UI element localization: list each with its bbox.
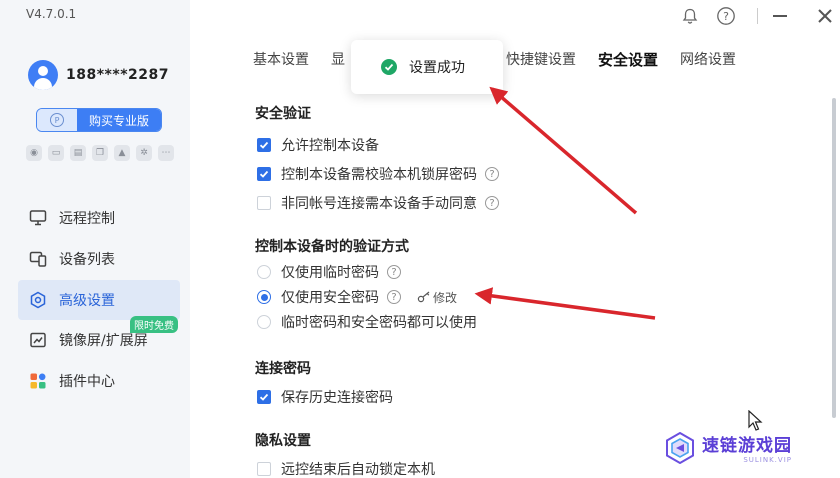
sidebar-item-plugin-center[interactable]: 插件中心 [18, 361, 180, 401]
sidebar-item-mirror-screen[interactable]: 镜像屏/扩展屏 限时免费 [18, 316, 180, 360]
watermark-main: 速链游戏园 [702, 436, 792, 456]
feature-icons: ◉ ▭ ▤ ❐ ▲ ✲ ⋯ [26, 145, 174, 161]
check-circle-icon [381, 59, 397, 75]
option-security-password-only[interactable]: 仅使用安全密码 ? 修改 [257, 287, 457, 307]
monitor-icon [28, 208, 48, 228]
watermark-text: 速链游戏园 SULINK.VIP [702, 431, 792, 464]
radio-unchecked[interactable] [257, 265, 271, 279]
app-version: V4.7.0.1 [26, 7, 77, 21]
radio-unchecked[interactable] [257, 315, 271, 329]
option-label: 仅使用临时密码 [281, 265, 379, 281]
option-label: 临时密码和安全密码都可以使用 [281, 315, 477, 331]
lock-icon[interactable]: ▲ [114, 145, 130, 161]
user-info[interactable]: 188****2287 [28, 60, 169, 90]
sidebar-item-device-list[interactable]: 设备列表 [18, 239, 180, 279]
pro-icon: P [50, 113, 64, 127]
buy-pro-button[interactable]: P 购买专业版 [36, 108, 162, 132]
tab-security[interactable]: 安全设置 [598, 49, 658, 70]
watermark-logo-icon [666, 431, 694, 464]
section-title-verify-method: 控制本设备时的验证方式 [255, 239, 409, 255]
copy-icon[interactable]: ❐ [92, 145, 108, 161]
help-icon[interactable]: ? [485, 196, 499, 210]
more-icon[interactable]: ⋯ [158, 145, 174, 161]
sidebar-item-advanced-settings[interactable]: 高级设置 [18, 279, 180, 320]
sidebar-item-label: 远程控制 [59, 211, 115, 227]
option-label: 远控结束后自动锁定本机 [281, 462, 435, 478]
option-both-passwords[interactable]: 临时密码和安全密码都可以使用 [257, 312, 477, 332]
avatar[interactable] [28, 60, 58, 90]
toast-text: 设置成功 [409, 60, 465, 76]
modify-password-link[interactable]: 修改 [417, 289, 457, 306]
help-icon[interactable]: ? [714, 4, 738, 28]
scrollbar[interactable] [832, 98, 836, 418]
sidebar-item-label: 镜像屏/扩展屏 [59, 333, 148, 350]
help-icon[interactable]: ? [485, 167, 499, 181]
user-phone: 188****2287 [66, 67, 169, 83]
screen-icon[interactable]: ▭ [48, 145, 64, 161]
option-auto-lock[interactable]: 远控结束后自动锁定本机 [257, 459, 435, 478]
help-icon[interactable]: ? [387, 265, 401, 279]
option-label: 控制本设备需校验本机锁屏密码 [281, 167, 477, 183]
section-title-security-verify: 安全验证 [255, 106, 311, 122]
option-label: 保存历史连接密码 [281, 390, 393, 406]
option-manual-approve[interactable]: 非同帐号连接需本设备手动同意 ? [257, 193, 499, 213]
option-verify-lock-password[interactable]: 控制本设备需校验本机锁屏密码 ? [257, 164, 499, 184]
option-label: 仅使用安全密码 [281, 290, 379, 306]
sidebar-nav: 远程控制 设备列表 高级设置 镜像屏/扩展屏 限时免费 插件中心 [18, 198, 180, 402]
section-title-privacy: 隐私设置 [255, 433, 311, 449]
checkbox-unchecked[interactable] [257, 462, 271, 476]
buy-pro-label: 购买专业版 [77, 109, 161, 131]
option-allow-control[interactable]: 允许控制本设备 [257, 135, 379, 155]
section-title-conn-password: 连接密码 [255, 361, 311, 377]
checkbox-checked[interactable] [257, 138, 271, 152]
sidebar-item-label: 插件中心 [59, 374, 115, 391]
watermark: 速链游戏园 SULINK.VIP [664, 431, 792, 464]
svg-text:?: ? [723, 10, 729, 23]
camera-icon[interactable]: ◉ [26, 145, 42, 161]
tab-network[interactable]: 网络设置 [680, 49, 736, 70]
tab-display[interactable]: 显 [331, 49, 345, 70]
option-save-history-password[interactable]: 保存历史连接密码 [257, 387, 393, 407]
watermark-sub: SULINK.VIP [743, 456, 792, 464]
sidebar-item-label: 设备列表 [59, 251, 115, 268]
plugin-icon [28, 371, 48, 391]
checkbox-checked[interactable] [257, 167, 271, 181]
sidebar-item-label: 高级设置 [59, 292, 115, 309]
arrow-to-modify [474, 287, 656, 320]
mouse-cursor-icon [748, 410, 763, 431]
tab-shortcuts[interactable]: 快捷键设置 [506, 49, 576, 70]
settings-icon [28, 290, 48, 310]
arrow-to-toast [489, 86, 638, 215]
checkbox-unchecked[interactable] [257, 196, 271, 210]
mirror-icon [28, 330, 48, 350]
success-toast: 设置成功 [351, 40, 503, 94]
checkbox-checked[interactable] [257, 390, 271, 404]
minimize-icon[interactable] [768, 4, 792, 28]
window-divider [757, 8, 758, 24]
modify-label: 修改 [433, 290, 458, 305]
option-temp-password-only[interactable]: 仅使用临时密码 ? [257, 262, 401, 282]
file-icon[interactable]: ▤ [70, 145, 86, 161]
free-badge: 限时免费 [130, 316, 178, 334]
gear-icon[interactable]: ✲ [136, 145, 152, 161]
sidebar: V4.7.0.1 188****2287 P 购买专业版 ◉ ▭ ▤ ❐ ▲ ✲… [0, 0, 190, 478]
key-icon [417, 291, 430, 303]
sidebar-item-remote-control[interactable]: 远程控制 [18, 198, 180, 238]
pro-icon-area: P [37, 109, 77, 131]
tab-basic[interactable]: 基本设置 [253, 49, 309, 70]
option-label: 允许控制本设备 [281, 138, 379, 154]
settings-tabs: 基本设置 显 快捷键设置 安全设置 网络设置 [253, 49, 758, 70]
radio-checked[interactable] [257, 290, 271, 304]
bell-icon[interactable] [678, 4, 702, 28]
help-icon[interactable]: ? [387, 290, 401, 304]
option-label: 非同帐号连接需本设备手动同意 [281, 196, 477, 212]
devices-icon [28, 249, 48, 269]
close-icon[interactable] [813, 4, 837, 28]
